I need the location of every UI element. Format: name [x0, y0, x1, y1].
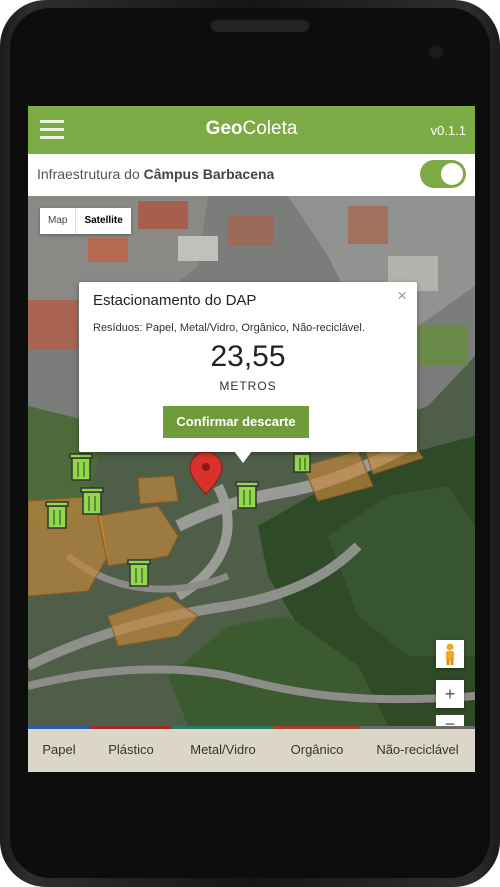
popup-distance-unit: METROS — [219, 379, 277, 393]
map-type-map[interactable]: Map — [40, 208, 77, 234]
bin-marker[interactable] — [45, 501, 69, 529]
tab-papel[interactable]: Papel — [28, 726, 90, 772]
popup-title: Estacionamento do DAP — [93, 292, 257, 309]
toggle-knob — [441, 163, 463, 185]
bin-marker[interactable] — [293, 453, 311, 473]
street-view-pegman-icon[interactable] — [436, 640, 464, 668]
waste-type-tabs: Papel Plástico Metal/Vidro Orgânico Não-… — [28, 726, 475, 772]
bin-marker[interactable] — [127, 559, 151, 587]
infrastructure-toggle[interactable] — [420, 160, 466, 188]
bin-marker[interactable] — [69, 453, 93, 481]
bin-marker[interactable] — [80, 487, 104, 515]
app-version: v0.1.1 — [430, 123, 466, 138]
zoom-in-button[interactable]: + — [436, 680, 464, 708]
tab-color-bar — [28, 726, 90, 729]
phone-camera — [428, 44, 444, 60]
tab-color-bar — [172, 726, 274, 729]
tab-color-bar — [274, 726, 360, 729]
tab-color-bar — [90, 726, 172, 729]
app-screen: GeoColeta v0.1.1 Infraestrutura do Câmpu… — [28, 106, 475, 772]
map-type-satellite[interactable]: Satellite — [76, 208, 130, 234]
popup-waste-types: Resíduos: Papel, Metal/Vidro, Orgânico, … — [93, 322, 365, 334]
infrastructure-prefix: Infraestrutura do — [37, 166, 144, 182]
tab-plastico[interactable]: Plástico — [90, 726, 172, 772]
app-bar: GeoColeta v0.1.1 — [28, 106, 475, 154]
confirm-discard-button[interactable]: Confirmar descarte — [163, 406, 309, 438]
tab-label: Papel — [42, 742, 76, 757]
campus-name: Câmpus Barbacena — [143, 166, 275, 182]
tab-nao-reciclavel[interactable]: Não-reciclável — [360, 726, 475, 772]
popup-close-button[interactable]: × — [397, 286, 407, 306]
tab-label: Orgânico — [290, 742, 344, 757]
map-type-control: Map Satellite — [40, 208, 131, 234]
app-title-coleta: Coleta — [242, 118, 298, 139]
zoom-out-button[interactable]: − — [436, 715, 464, 726]
popup-pointer — [234, 451, 252, 463]
tab-label: Não-reciclável — [376, 742, 459, 757]
tab-label: Metal/Vidro — [190, 742, 256, 757]
app-title: GeoColeta — [28, 118, 475, 140]
popup-distance-value: 23,55 — [210, 340, 286, 373]
tab-color-bar — [360, 726, 475, 729]
infrastructure-bar: Infraestrutura do Câmpus Barbacena — [28, 154, 475, 197]
infrastructure-label: Infraestrutura do Câmpus Barbacena — [37, 166, 274, 182]
tab-label: Plástico — [108, 742, 154, 757]
phone-speaker — [210, 18, 310, 32]
bin-marker[interactable] — [235, 481, 259, 509]
map-view[interactable]: Map Satellite × Estacionamento do DAP Re… — [28, 196, 475, 726]
tab-metal-vidro[interactable]: Metal/Vidro — [172, 726, 274, 772]
app-title-geo: Geo — [205, 118, 243, 139]
tab-organico[interactable]: Orgânico — [274, 726, 360, 772]
location-info-popup: × Estacionamento do DAP Resíduos: Papel,… — [79, 282, 417, 452]
